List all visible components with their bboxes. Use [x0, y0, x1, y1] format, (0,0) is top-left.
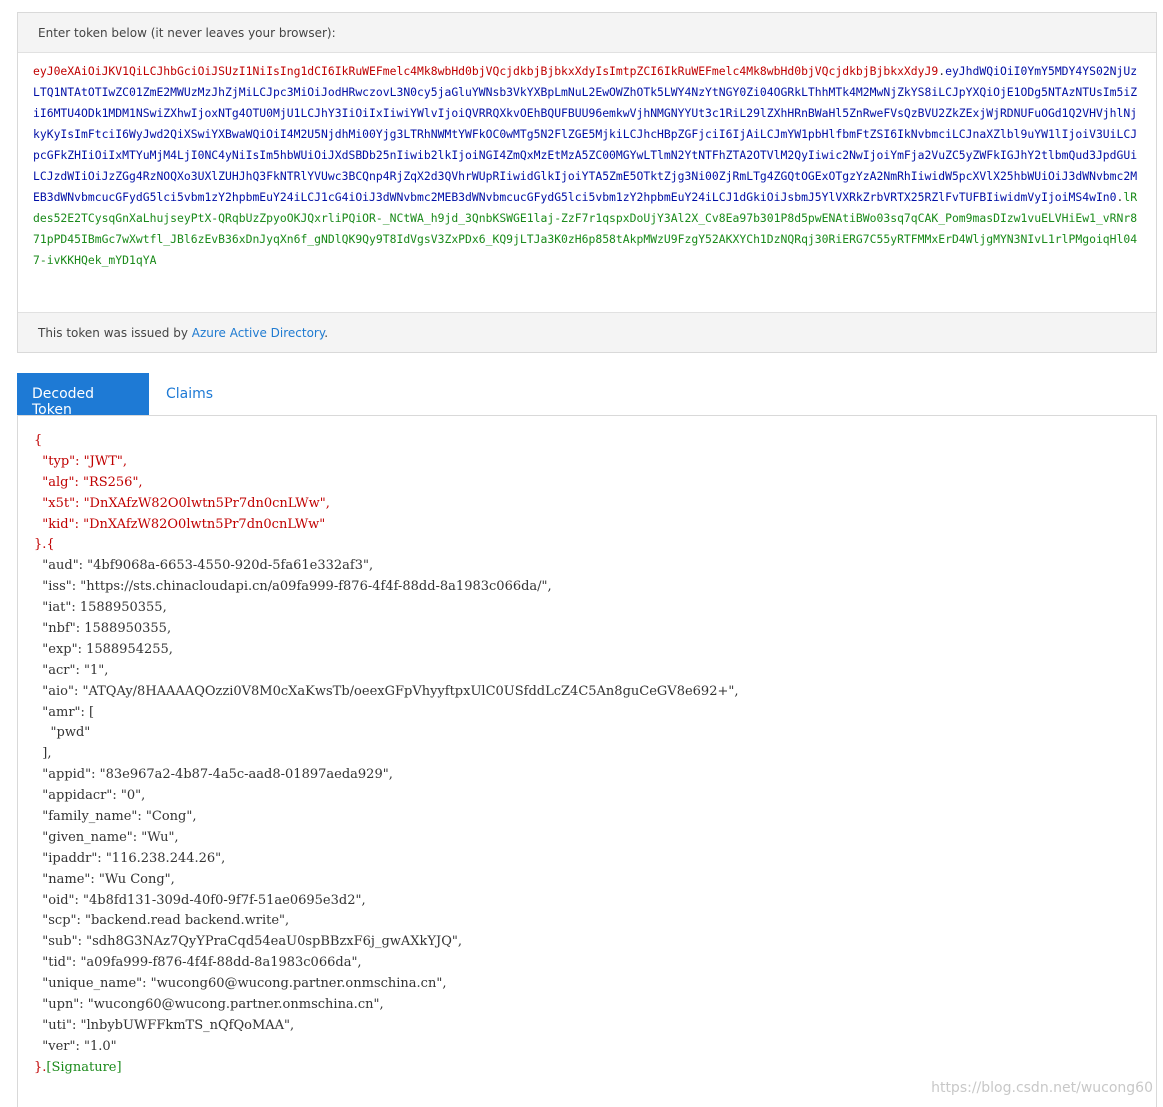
payload-field: "upn": "wucong60@wucong.partner.onmschin…: [34, 997, 384, 1013]
payload-field: "appid": "83e967a2-4b87-4a5c-aad8-01897a…: [34, 767, 393, 783]
decoded-token-view: { "typ": "JWT", "alg": "RS256", "x5t": "…: [17, 415, 1157, 1107]
header-field: "kid": "DnXAfzW82O0lwtn5Pr7dn0cnLWw": [34, 515, 1156, 536]
payload-field: "name": "Wu Cong",: [34, 871, 175, 887]
header-field-key: "typ":: [34, 453, 84, 469]
payload-field: "amr": [: [34, 704, 95, 720]
header-field-value: "DnXAfzW82O0lwtn5Pr7dn0cnLWw": [83, 516, 326, 532]
encoded-token-input[interactable]: eyJ0eXAiOiJKV1QiLCJhbGciOiJSUzI1NiIsIng1…: [18, 53, 1156, 312]
issuer-suffix: .: [324, 326, 329, 340]
payload-close-brace: }.: [34, 1059, 47, 1075]
header-fields: "typ": "JWT", "alg": "RS256", "x5t": "Dn…: [34, 452, 1156, 536]
payload-field: "aio": "ATQAy/8HAAAAQOzzi0V8M0cXaKwsTb/o…: [34, 683, 739, 699]
payload-field: "nbf": 1588950355,: [34, 621, 172, 637]
signature-placeholder: [Signature]: [46, 1059, 122, 1075]
token-header-part: eyJ0eXAiOiJKV1QiLCJhbGciOiJSUzI1NiIsIng1…: [33, 64, 939, 78]
payload-field: "tid": "a09fa999-f876-4f4f-88dd-8a1983c0…: [34, 955, 362, 971]
watermark: https://blog.csdn.net/wucong60: [931, 1080, 1153, 1096]
payload-field: "uti": "lnbybUWFFkmTS_nQfQoMAA",: [34, 1017, 295, 1033]
result-tabs: Decoded Token Claims: [17, 373, 228, 418]
issuer-link[interactable]: Azure Active Directory: [192, 326, 325, 340]
header-field-key: "x5t":: [34, 495, 84, 511]
issuer-footer: This token was issued by Azure Active Di…: [18, 312, 1156, 352]
payload-field: "aud": "4bf9068a-6653-4550-920d-5fa61e33…: [34, 558, 374, 574]
signature-line: }.[Signature]: [34, 1058, 1156, 1079]
header-field-value: "RS256",: [82, 474, 143, 490]
payload-field: "ver": "1.0": [34, 1038, 117, 1054]
header-open-brace: {: [34, 433, 43, 448]
payload-field: "sub": "sdh8G3NAz7QyYPraCqd54eaU0spBBzxF…: [34, 934, 462, 950]
payload-field: ],: [34, 746, 52, 762]
header-field: "typ": "JWT",: [34, 452, 1156, 473]
header-field-value: "JWT",: [83, 453, 127, 469]
token-payload-part: eyJhdWQiOiI0YmY5MDY4YS02NjUzLTQ1NTAtOTIw…: [33, 64, 1138, 204]
payload-field: "ipaddr": "116.238.244.26",: [34, 850, 226, 866]
tab-claims[interactable]: Claims: [149, 373, 228, 415]
header-field: "x5t": "DnXAfzW82O0lwtn5Pr7dn0cnLWw",: [34, 494, 1156, 515]
payload-field: "acr": "1",: [34, 662, 109, 678]
payload-fields: "aud": "4bf9068a-6653-4550-920d-5fa61e33…: [34, 556, 1156, 1057]
header-payload-separator: }.{: [34, 537, 55, 553]
payload-field: "oid": "4b8fd131-309d-40f0-9f7f-51ae0695…: [34, 892, 366, 908]
payload-field: "iss": "https://sts.chinacloudapi.cn/a09…: [34, 579, 552, 595]
payload-field: "pwd": [34, 725, 91, 741]
payload-field: "given_name": "Wu",: [34, 829, 179, 845]
header-field: "alg": "RS256",: [34, 473, 1156, 494]
payload-field: "iat": 1588950355,: [34, 600, 167, 616]
issuer-prefix: This token was issued by: [38, 326, 192, 340]
header-field-key: "alg":: [34, 474, 83, 490]
header-field-value: "DnXAfzW82O0lwtn5Pr7dn0cnLWw",: [83, 495, 330, 511]
encoded-token-heading: Enter token below (it never leaves your …: [18, 13, 1156, 53]
header-field-key: "kid":: [34, 516, 84, 532]
payload-field: "family_name": "Cong",: [34, 809, 197, 825]
payload-field: "appidacr": "0",: [34, 788, 146, 804]
tab-decoded-token[interactable]: Decoded Token: [17, 373, 149, 418]
payload-field: "unique_name": "wucong60@wucong.partner.…: [34, 976, 447, 992]
payload-field: "scp": "backend.read backend.write",: [34, 913, 290, 929]
payload-field: "exp": 1588954255,: [34, 641, 173, 657]
encoded-token-panel: Enter token below (it never leaves your …: [17, 12, 1157, 353]
